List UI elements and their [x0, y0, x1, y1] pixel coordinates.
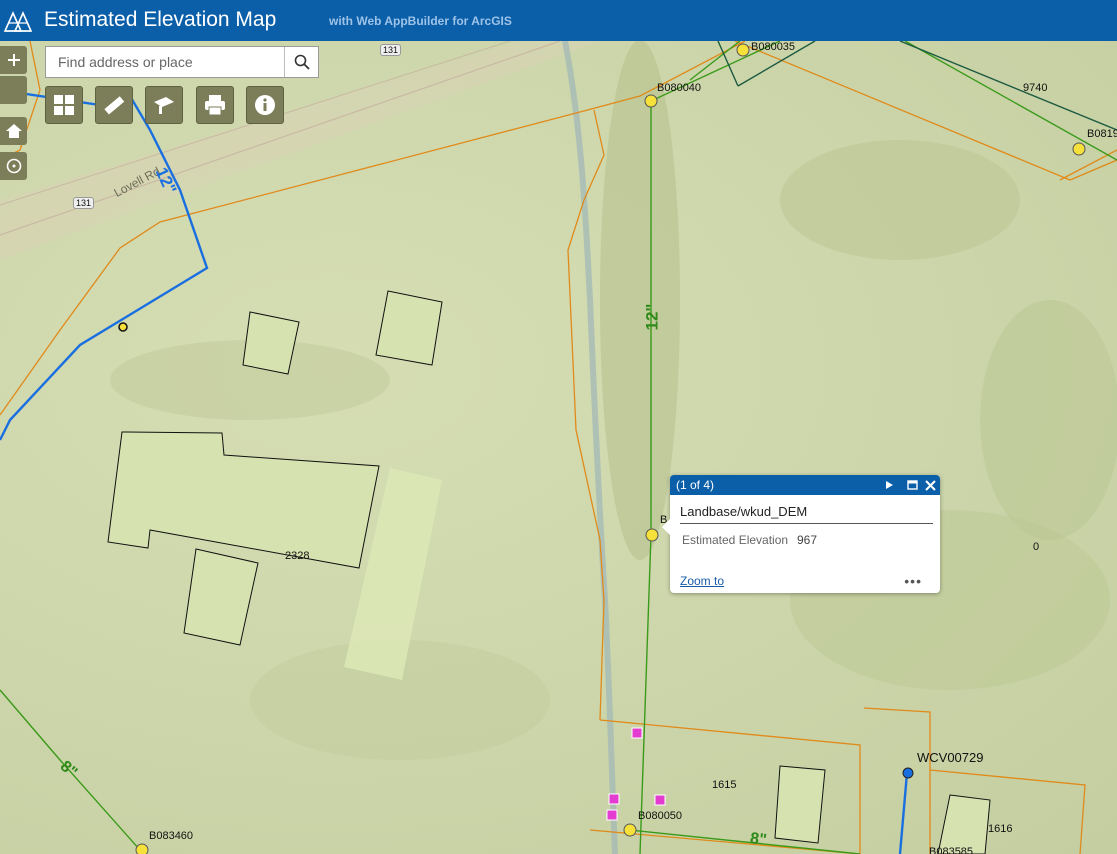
- measurement-button[interactable]: [95, 86, 133, 124]
- address-label: 9740: [1023, 82, 1048, 94]
- manhole-label: B080040: [657, 82, 702, 94]
- home-icon: [5, 124, 22, 138]
- play-icon: [886, 481, 893, 489]
- manhole-label: B0819: [1087, 128, 1117, 140]
- manhole-label: B080050: [638, 810, 683, 822]
- route-shield-b: 131: [73, 197, 95, 209]
- popup-field-value: 967: [797, 533, 818, 547]
- popup-count: (1 of 4): [676, 478, 715, 492]
- map-layers: [0, 41, 1117, 854]
- app-logo-icon: [3, 11, 33, 32]
- manhole-label: B080035: [751, 41, 796, 53]
- printer-icon: [205, 95, 225, 116]
- search-button[interactable]: [284, 47, 318, 77]
- home-button[interactable]: [0, 117, 27, 145]
- map-canvas[interactable]: Lovell Rd 131 131 12" 12" 8" 8" B080035 …: [0, 41, 1117, 854]
- route-shield-a: 131: [380, 44, 402, 56]
- pipe-size-label: 12": [642, 303, 662, 331]
- info-icon: [255, 95, 275, 115]
- app-subtitle: with Web AppBuilder for ArcGIS: [329, 14, 512, 28]
- search-box: [45, 46, 319, 78]
- popup-more-button[interactable]: •••: [904, 573, 922, 589]
- popup-close-button[interactable]: [922, 477, 938, 493]
- app-header: Estimated Elevation Map with Web AppBuil…: [0, 0, 1117, 41]
- search-icon: [294, 54, 310, 70]
- address-label: 2328: [285, 550, 310, 562]
- address-label: 1616: [988, 823, 1013, 835]
- plus-icon: [7, 54, 20, 66]
- locate-icon: [6, 158, 21, 174]
- manhole-label: B083460: [149, 830, 194, 842]
- ruler-icon: [104, 96, 125, 115]
- valve-id-label: WCV00729: [917, 750, 984, 765]
- zoom-in-button[interactable]: [0, 46, 27, 74]
- close-icon: [924, 479, 936, 491]
- identify-popup: (1 of 4) Landbase/wkud_DEM Estimated Ele…: [662, 475, 940, 593]
- app-title: Estimated Elevation Map: [44, 8, 277, 31]
- zoom-out-button[interactable]: [0, 76, 27, 104]
- zoom-to-link[interactable]: Zoom to: [680, 574, 724, 588]
- print-button[interactable]: [196, 86, 234, 124]
- elevation-button[interactable]: [145, 86, 183, 124]
- grid-icon: [54, 95, 74, 115]
- popup-field-label: Estimated Elevation: [682, 533, 789, 547]
- popup-pointer: [662, 519, 670, 535]
- basemap-gallery-button[interactable]: [45, 86, 83, 124]
- popup-next-button[interactable]: [881, 477, 897, 493]
- locate-button[interactable]: [0, 152, 27, 180]
- maximize-icon: [906, 480, 918, 490]
- popup-maximize-button[interactable]: [904, 477, 920, 493]
- popup-header: (1 of 4): [670, 475, 940, 495]
- address-label: 1615: [712, 779, 737, 791]
- address-label: 0: [1033, 541, 1040, 553]
- about-button[interactable]: [246, 86, 284, 124]
- mortarboard-icon: [154, 97, 174, 114]
- manhole-label: B083585: [929, 846, 974, 854]
- pipe-size-label: 8": [748, 829, 768, 850]
- popup-divider: [680, 523, 933, 524]
- search-input[interactable]: [46, 47, 286, 77]
- popup-layer-title: Landbase/wkud_DEM: [680, 504, 808, 519]
